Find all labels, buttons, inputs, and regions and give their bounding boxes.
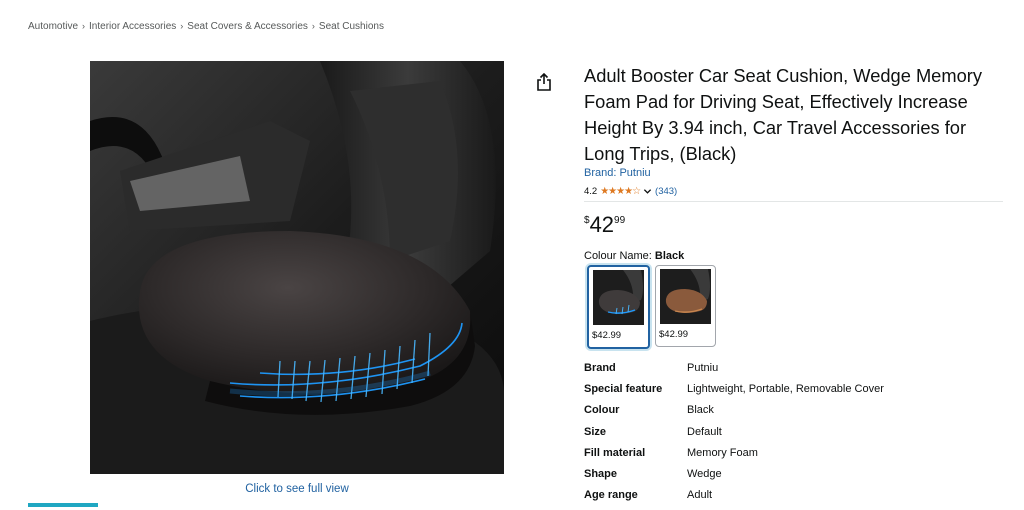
seat-cushion-illustration	[90, 61, 504, 474]
breadcrumb: Automotive › Interior Accessories › Seat Cov…	[28, 21, 384, 32]
spec-row: Special feature Lightweight, Portable, R…	[584, 383, 884, 404]
spec-key: Brand	[584, 362, 616, 374]
price-symbol: $	[584, 215, 590, 226]
spec-key: Shape	[584, 467, 618, 480]
brand-store-link[interactable]: Brand: Putniu	[584, 167, 651, 179]
swatch-price: $42.99	[592, 330, 622, 341]
rating-value: 4.2	[584, 186, 598, 197]
spec-row: Colour Black	[584, 404, 884, 425]
star-rating-icon: ★★★★☆	[600, 186, 641, 197]
breadcrumb-separator: ›	[82, 21, 86, 31]
black-cushion-thumbnail	[593, 270, 644, 325]
breadcrumb-seat-cushions[interactable]: Seat Cushions	[319, 21, 384, 32]
colour-selector-label: Colour Name: Black	[584, 250, 684, 262]
chevron-down-icon[interactable]	[643, 187, 652, 196]
full-view-link[interactable]: Click to see full view	[90, 483, 504, 495]
colour-swatch-black[interactable]: $42.99	[587, 265, 650, 349]
ratings-count-link[interactable]: (343)	[655, 186, 677, 197]
spec-row: Shape Wedge	[584, 468, 884, 489]
spec-key: Size	[584, 425, 607, 438]
price-whole: 42	[589, 212, 615, 237]
breadcrumb-seat-covers[interactable]: Seat Covers & Accessories	[187, 21, 308, 32]
spec-key: Fill material	[584, 446, 646, 459]
spec-key: Special feature	[584, 383, 663, 396]
rating-summary[interactable]: 4.2 ★★★★☆ (343)	[584, 186, 677, 197]
colour-label-text: Colour Name:	[584, 250, 652, 262]
product-title: Adult Booster Car Seat Cushion, Wedge Me…	[584, 65, 982, 164]
spec-key: Colour	[584, 404, 620, 417]
brown-cushion-thumbnail	[660, 269, 711, 324]
breadcrumb-separator: ›	[180, 21, 184, 31]
product-price: $4299	[584, 212, 625, 238]
spec-row: Fill material Memory Foam	[584, 447, 884, 468]
swatch-price: $42.99	[659, 329, 689, 340]
divider	[584, 201, 1003, 202]
breadcrumb-automotive[interactable]: Automotive	[28, 21, 78, 32]
thumbnail-scroll-indicator	[28, 503, 98, 507]
colour-swatch-brown[interactable]: $42.99	[655, 265, 716, 347]
price-fraction: 99	[614, 215, 626, 226]
spec-value: Putniu	[687, 362, 719, 374]
product-specs-table: Brand Putniu Special feature Lightweight…	[584, 362, 884, 510]
spec-row: Size Default	[584, 426, 884, 447]
breadcrumb-interior-accessories[interactable]: Interior Accessories	[89, 21, 176, 32]
spec-value: Lightweight, Portable, Removable Cover	[687, 383, 884, 396]
spec-value: Memory Foam	[687, 446, 758, 459]
breadcrumb-separator: ›	[311, 21, 315, 31]
spec-value: Wedge	[687, 467, 722, 480]
share-icon[interactable]	[536, 72, 552, 91]
spec-row: Brand Putniu	[584, 362, 884, 383]
spec-value: Default	[687, 425, 722, 438]
spec-value: Black	[687, 404, 714, 417]
selected-colour: Black	[654, 250, 685, 262]
main-product-image[interactable]	[90, 61, 504, 474]
